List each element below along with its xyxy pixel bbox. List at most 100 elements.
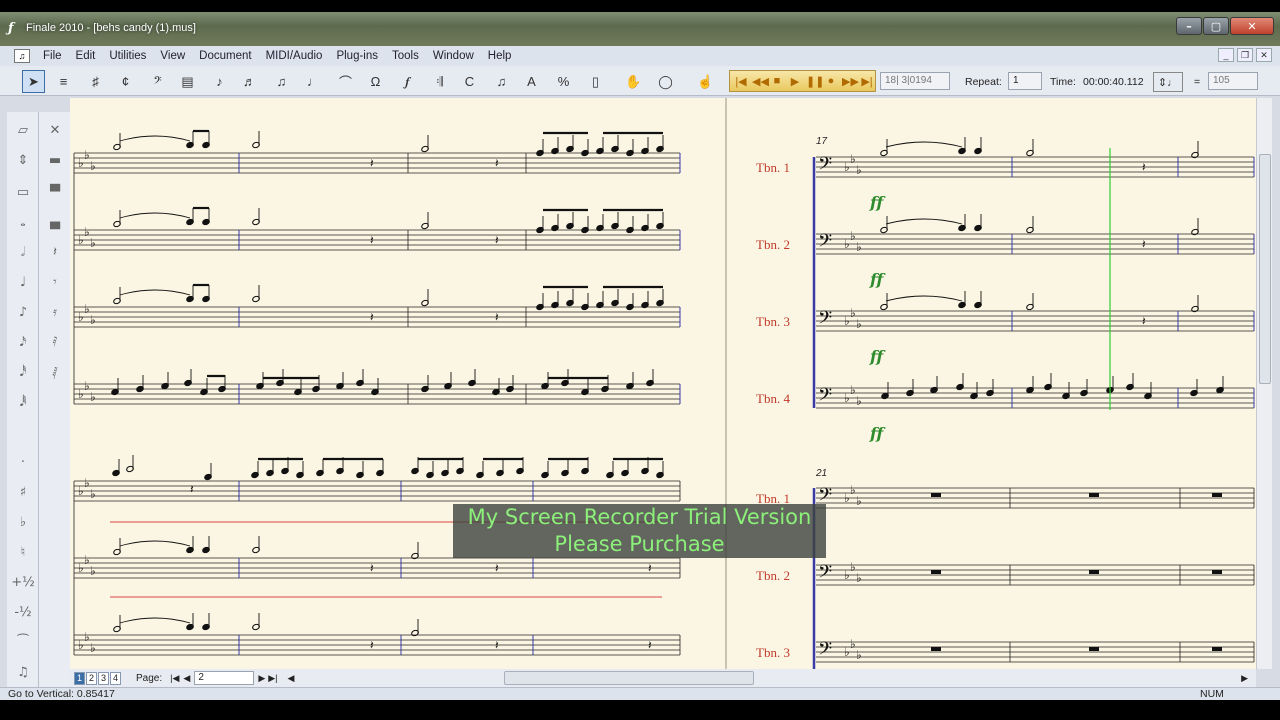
flat-key-signature: ♭: [84, 553, 90, 567]
document-icon[interactable]: ♫: [14, 49, 30, 63]
minimize-button[interactable]: –: [1176, 17, 1202, 35]
doc-minimize-button[interactable]: _: [1218, 48, 1234, 62]
bass-clef: 𝄢: [818, 639, 832, 664]
text-tool-icon[interactable]: A: [520, 70, 543, 93]
vertical-scroll-thumb[interactable]: [1259, 154, 1271, 384]
special-tools-icon[interactable]: ☝: [694, 70, 717, 93]
whole-rest-icon[interactable]: ▀: [43, 180, 67, 204]
scroll-left-icon[interactable]: ◀: [288, 673, 295, 684]
sixteenth-note-icon[interactable]: 𝅘𝅥𝅯: [11, 330, 35, 354]
rewind-icon[interactable]: ◀◀: [752, 75, 769, 88]
page-tab-1[interactable]: 1: [74, 671, 85, 685]
page-tab-3[interactable]: 3: [98, 671, 109, 685]
doc-close-button[interactable]: ✕: [1256, 48, 1272, 62]
thirty-second-note-icon[interactable]: 𝅘𝅥𝅰: [11, 360, 35, 384]
quarter-note-icon[interactable]: ♩: [11, 270, 35, 294]
menu-edit[interactable]: Edit: [69, 50, 103, 62]
hyperscribe-tool-icon[interactable]: ♫: [270, 70, 293, 93]
selection-tool-icon[interactable]: ➤: [22, 70, 45, 93]
menu-help[interactable]: Help: [481, 50, 519, 62]
menu-document[interactable]: Document: [192, 50, 258, 62]
eighth-note-icon[interactable]: ♪: [11, 300, 35, 324]
record-icon[interactable]: ●: [824, 75, 838, 87]
raise-half-step-icon[interactable]: +½: [11, 570, 35, 594]
vertical-scrollbar[interactable]: [1256, 98, 1272, 669]
tuplet-tool-icon[interactable]: ♩: [302, 70, 325, 93]
measure-position-readout[interactable]: 18| 3|0194: [880, 72, 950, 90]
zoom-tool-icon[interactable]: ◯: [654, 70, 677, 93]
menu-file[interactable]: File: [36, 50, 69, 62]
menu-plug-ins[interactable]: Plug-ins: [329, 50, 385, 62]
thirty-second-rest-icon[interactable]: 𝅀: [43, 330, 67, 354]
quarter-rest-icon[interactable]: 𝄽: [43, 240, 67, 264]
first-page-icon[interactable]: |◀: [170, 673, 179, 684]
last-page-icon[interactable]: ▶|: [268, 673, 277, 684]
key-signature-tool-icon[interactable]: ♯: [84, 70, 107, 93]
forward-to-end-icon[interactable]: ▶|: [860, 75, 874, 88]
whole-note-icon[interactable]: 𝅝: [11, 210, 35, 234]
stop-icon[interactable]: ■: [770, 75, 784, 87]
tie-icon[interactable]: ⁀: [11, 630, 35, 654]
up-down-arrows-icon[interactable]: ⇕: [11, 148, 35, 172]
flat-icon[interactable]: ♭: [11, 510, 35, 534]
hand-grabber-tool-icon[interactable]: ✋: [622, 70, 645, 93]
clef-tool-icon[interactable]: 𝄢: [146, 70, 169, 93]
close-palette-icon[interactable]: ✕: [43, 118, 67, 142]
lower-half-step-icon[interactable]: -½: [11, 600, 35, 624]
scroll-right-icon[interactable]: ▶: [1241, 673, 1248, 684]
repeat-select[interactable]: 1: [1008, 72, 1042, 90]
articulation-tool-icon[interactable]: Ω: [364, 70, 387, 93]
fast-forward-icon[interactable]: ▶▶: [842, 75, 859, 88]
sharp-icon[interactable]: ♯: [11, 480, 35, 504]
next-page-icon[interactable]: ▶: [258, 673, 265, 684]
chord-tool-icon[interactable]: C: [458, 70, 481, 93]
pause-icon[interactable]: ❚❚: [806, 75, 824, 88]
flat-key-signature: ♭: [78, 387, 84, 401]
tuplet-icon[interactable]: ♫: [11, 660, 35, 684]
half-rest-icon[interactable]: ▄: [43, 210, 67, 234]
eighth-rest-icon[interactable]: 𝄾: [43, 270, 67, 294]
natural-icon[interactable]: ♮: [11, 540, 35, 564]
staff-tool-icon[interactable]: ≡: [52, 70, 75, 93]
time-signature-tool-icon[interactable]: ¢: [114, 70, 137, 93]
double-whole-rest-icon[interactable]: ▬: [43, 148, 67, 172]
simple-entry-tool-icon[interactable]: ♪: [208, 70, 231, 93]
horizontal-scroll-thumb[interactable]: [504, 671, 754, 685]
doc-restore-button[interactable]: ❐: [1237, 48, 1253, 62]
menu-tools[interactable]: Tools: [385, 50, 426, 62]
page-label: Page:: [136, 672, 163, 684]
menu-midi-audio[interactable]: MIDI/Audio: [259, 50, 330, 62]
lock-icon[interactable]: ▭: [11, 180, 35, 204]
half-note-icon[interactable]: 𝅗𝅥: [11, 240, 35, 264]
close-button[interactable]: ✕: [1230, 17, 1274, 35]
flat-key-signature: ♭: [856, 163, 862, 177]
resize-tool-icon[interactable]: %: [552, 70, 575, 93]
repeat-tool-icon[interactable]: 𝄇: [428, 70, 451, 93]
eraser-icon[interactable]: ▱: [11, 118, 35, 142]
measure-tool-icon[interactable]: ▤: [176, 70, 199, 93]
tempo-input[interactable]: 105: [1208, 72, 1258, 90]
maximize-button[interactable]: ▢: [1203, 17, 1229, 35]
dot-icon[interactable]: ·: [11, 450, 35, 474]
expression-tool-icon[interactable]: 𝆑: [396, 70, 419, 93]
tempo-note-select-icon[interactable]: ⇕♩: [1153, 72, 1183, 92]
whole-rest: [1089, 493, 1099, 497]
play-icon[interactable]: ▶: [788, 75, 802, 88]
speedy-entry-tool-icon[interactable]: ♬: [238, 70, 261, 93]
previous-page-icon[interactable]: ◀: [183, 673, 190, 684]
sixty-fourth-note-icon[interactable]: 𝅘𝅥𝅱: [11, 390, 35, 414]
rewind-to-start-icon[interactable]: |◀: [734, 75, 748, 88]
sixteenth-rest-icon[interactable]: 𝄿: [43, 300, 67, 324]
page-tab-2[interactable]: 2: [86, 671, 97, 685]
page-layout-tool-icon[interactable]: ▯: [584, 70, 607, 93]
menu-view[interactable]: View: [153, 50, 192, 62]
page-number-input[interactable]: 2: [194, 671, 255, 685]
smart-shape-tool-icon[interactable]: ⌒: [334, 70, 357, 93]
score-canvas[interactable]: ♭♭♭ 𝄽 𝄽♭♭♭ 𝄽 𝄽♭♭♭ 𝄽 𝄽♭♭♭♭♭♭ 𝄽♭♭♭ 𝄽 𝄽 𝄽♭♭♭ 𝄽 𝄽 𝄽17Tbn.…: [70, 98, 1256, 669]
menu-window[interactable]: Window: [426, 50, 481, 62]
score-view[interactable]: ♭ ♭ ♭ 𝄽 𝄽 ♭ ♭ ♭ 𝄽 𝄽 ♭ ♭ ♭ 𝄽 𝄽 ♭ ♭ ♭ ♭ ♭ ♭ 𝄽 ♭ ♭ ♭ 𝄽 𝄽 𝄽 ♭ ♭ ♭ 𝄽 𝄽 𝄽 17 Tbn.…: [70, 98, 1256, 669]
menu-utilities[interactable]: Utilities: [102, 50, 153, 62]
page-tab-4[interactable]: 4: [110, 671, 121, 685]
lyrics-tool-icon[interactable]: ♫: [490, 70, 513, 93]
sixty-fourth-rest-icon[interactable]: 𝅁: [43, 360, 67, 384]
